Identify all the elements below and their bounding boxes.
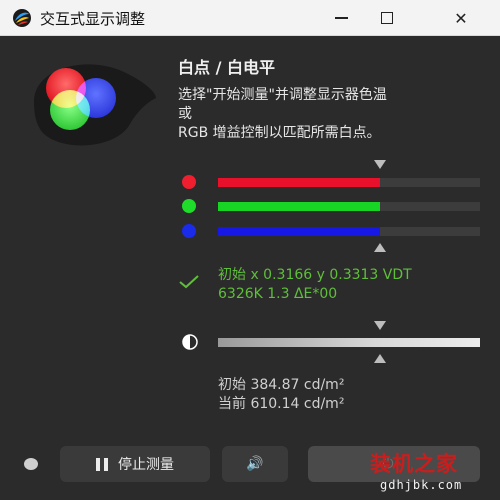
measurement-result: 初始 x 0.3166 y 0.3313 VDT 6326K 1.3 ΔE*00 — [218, 266, 412, 304]
measurement-temperature: 6326K 1.3 ΔE*00 — [218, 286, 338, 302]
status-dot-icon — [24, 458, 38, 470]
green-channel-icon — [182, 199, 196, 213]
measurement-chromaticity: 初始 x 0.3166 y 0.3313 VDT — [218, 267, 412, 283]
maximize-button[interactable] — [364, 0, 410, 36]
rgb-orb-illustration — [34, 64, 156, 146]
minimize-button[interactable] — [318, 0, 364, 36]
section-heading: 白点 / 白电平 — [178, 58, 275, 77]
close-icon: ✕ — [454, 8, 468, 28]
instruction-line-3: RGB 增益控制以匹配所需白点。 — [178, 125, 381, 141]
blue-gain-bar[interactable] — [218, 227, 480, 236]
instruction-line-2: 或 — [178, 106, 192, 122]
blue-gain-fill — [218, 227, 381, 236]
close-button[interactable]: ✕ — [438, 0, 484, 36]
luminance-current-marker — [374, 354, 387, 363]
contrast-icon — [182, 334, 198, 350]
stop-measurement-label: 停止测量 — [118, 457, 174, 473]
pause-icon — [96, 457, 108, 471]
checkmark-icon — [179, 275, 199, 289]
green-gain-bar[interactable] — [218, 202, 480, 211]
calibration-app-icon — [13, 9, 31, 27]
sound-toggle-button[interactable]: 🔊 — [222, 446, 288, 482]
luminance-target-marker — [374, 321, 387, 330]
title-bar: 交互式显示调整 ✕ — [0, 0, 500, 36]
rgb-current-marker — [374, 243, 387, 252]
red-gain-fill — [218, 178, 381, 187]
window-title: 交互式显示调整 — [40, 10, 146, 28]
luminance-bar[interactable] — [218, 338, 480, 347]
blue-channel-icon — [182, 224, 196, 238]
rgb-target-marker — [374, 160, 387, 169]
stop-measurement-button[interactable]: 停止测量 — [60, 446, 210, 482]
instruction-text: 选择"开始测量"并调整显示器色温 或 RGB 增益控制以匹配所需白点。 — [178, 86, 488, 143]
watermark-title: 装机之家 — [370, 452, 458, 476]
luminance-readout: 初始 384.87 cd/m² 当前 610.14 cd/m² — [218, 376, 344, 414]
minimize-icon — [334, 17, 348, 19]
watermark: 装机之家 gdhjbk.com — [370, 446, 500, 500]
red-channel-icon — [182, 175, 196, 189]
speaker-icon: 🔊 — [246, 456, 264, 472]
luminance-initial: 初始 384.87 cd/m² — [218, 377, 345, 393]
watermark-url: gdhjbk.com — [380, 478, 463, 492]
red-gain-bar[interactable] — [218, 178, 480, 187]
green-gain-fill — [218, 202, 381, 211]
instruction-line-1: 选择"开始测量"并调整显示器色温 — [178, 87, 387, 103]
luminance-current: 当前 610.14 cd/m² — [218, 396, 345, 412]
maximize-icon — [381, 12, 393, 24]
